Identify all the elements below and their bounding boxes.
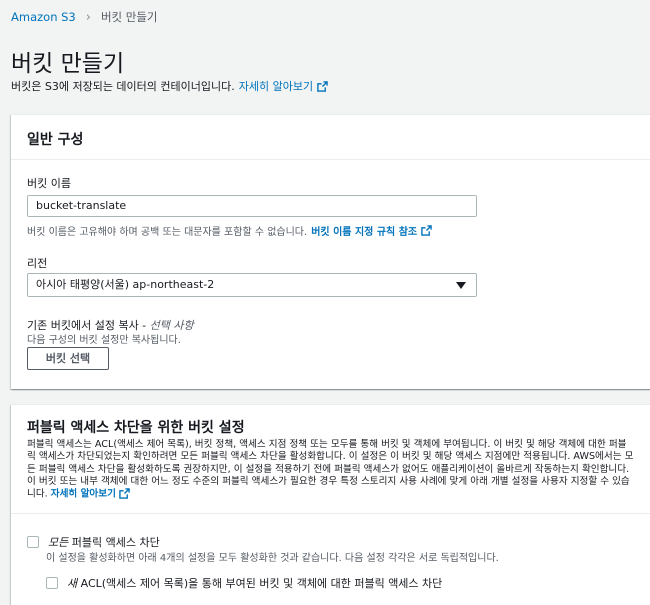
page-description-row: 버킷은 S3에 저장되는 데이터의 컨테이너입니다. 자세히 알아보기 (11, 78, 328, 94)
region-select[interactable]: 아시아 태평양(서울) ap-northeast-2 (27, 273, 477, 297)
breadcrumb-s3-link[interactable]: Amazon S3 (11, 10, 76, 24)
breadcrumb: Amazon S3 › 버킷 만들기 (11, 9, 158, 25)
chevron-right-icon: › (85, 9, 91, 25)
block-new-acl-checkbox[interactable] (46, 577, 58, 589)
general-configuration-title: 일반 구성 (27, 132, 84, 148)
choose-bucket-button[interactable]: 버킷 선택 (27, 347, 109, 370)
block-new-acl-emphasis: 새 (67, 577, 78, 590)
block-new-acl-label-text: ACL(액세스 제어 목록)을 통해 부여된 버킷 및 객체에 대한 퍼블릭 액… (77, 577, 443, 590)
bucket-name-label: 버킷 이름 (27, 177, 71, 190)
block-new-acl-row[interactable]: 새 ACL(액세스 제어 목록)을 통해 부여된 버킷 및 객체에 대한 퍼블릭… (46, 575, 442, 591)
external-link-icon[interactable] (421, 225, 432, 236)
bucket-name-hint-row: 버킷 이름은 고유해야 하며 공백 또는 대문자를 포함할 수 없습니다. 버킷… (27, 223, 432, 238)
bucket-name-input[interactable]: bucket-translate (27, 195, 477, 217)
block-all-public-access-label: 모든 퍼블릭 액세스 차단 (48, 534, 160, 550)
learn-more-link[interactable]: 자세히 알아보기 (239, 78, 313, 94)
block-public-access-description: 퍼블릭 액세스는 ACL(액세스 제어 목록), 버킷 정책, 액세스 지점 정… (27, 439, 635, 501)
region-selected-value: 아시아 태평양(서울) ap-northeast-2 (36, 278, 215, 291)
copy-settings-description: 다음 구성의 버킷 설정만 복사됩니다. (27, 335, 181, 346)
bucket-name-hint: 버킷 이름은 고유해야 하며 공백 또는 대문자를 포함할 수 없습니다. (27, 227, 308, 238)
learn-more-link[interactable]: 자세히 알아보기 (51, 489, 116, 500)
panel-header: 일반 구성 (11, 115, 650, 160)
block-new-acl-label: 새 ACL(액세스 제어 목록)을 통해 부여된 버킷 및 객체에 대한 퍼블릭… (67, 575, 442, 591)
region-label: 리전 (27, 257, 48, 270)
external-link-icon[interactable] (317, 80, 328, 92)
breadcrumb-current: 버킷 만들기 (100, 10, 158, 24)
block-all-label-text: 퍼블릭 액세스 차단 (68, 536, 160, 549)
block-public-access-panel: 퍼블릭 액세스 차단을 위한 버킷 설정 퍼블릭 액세스는 ACL(액세스 제어… (11, 404, 650, 605)
bucket-naming-rules-link[interactable]: 버킷 이름 지정 규칙 참조 (311, 223, 417, 238)
page-description: 버킷은 S3에 저장되는 데이터의 컨테이너입니다. (11, 80, 235, 93)
caret-down-icon (456, 282, 466, 289)
block-all-public-access-description: 이 설정을 활성화하면 아래 4개의 설정을 모두 활성화한 것과 같습니다. … (46, 553, 499, 564)
page-title: 버킷 만들기 (11, 51, 125, 77)
block-all-public-access-checkbox[interactable] (27, 536, 39, 548)
block-public-access-title: 퍼블릭 액세스 차단을 위한 버킷 설정 (27, 420, 245, 436)
block-public-access-description-text: 퍼블릭 액세스는 ACL(액세스 제어 목록), 버킷 정책, 액세스 지점 정… (27, 439, 634, 500)
general-configuration-panel: 일반 구성 버킷 이름 bucket-translate 버킷 이름은 고유해야… (11, 114, 650, 389)
block-all-emphasis: 모든 (48, 536, 69, 549)
divider (11, 513, 650, 514)
block-all-public-access-row[interactable]: 모든 퍼블릭 액세스 차단 (27, 534, 160, 550)
external-link-icon[interactable] (119, 488, 130, 499)
